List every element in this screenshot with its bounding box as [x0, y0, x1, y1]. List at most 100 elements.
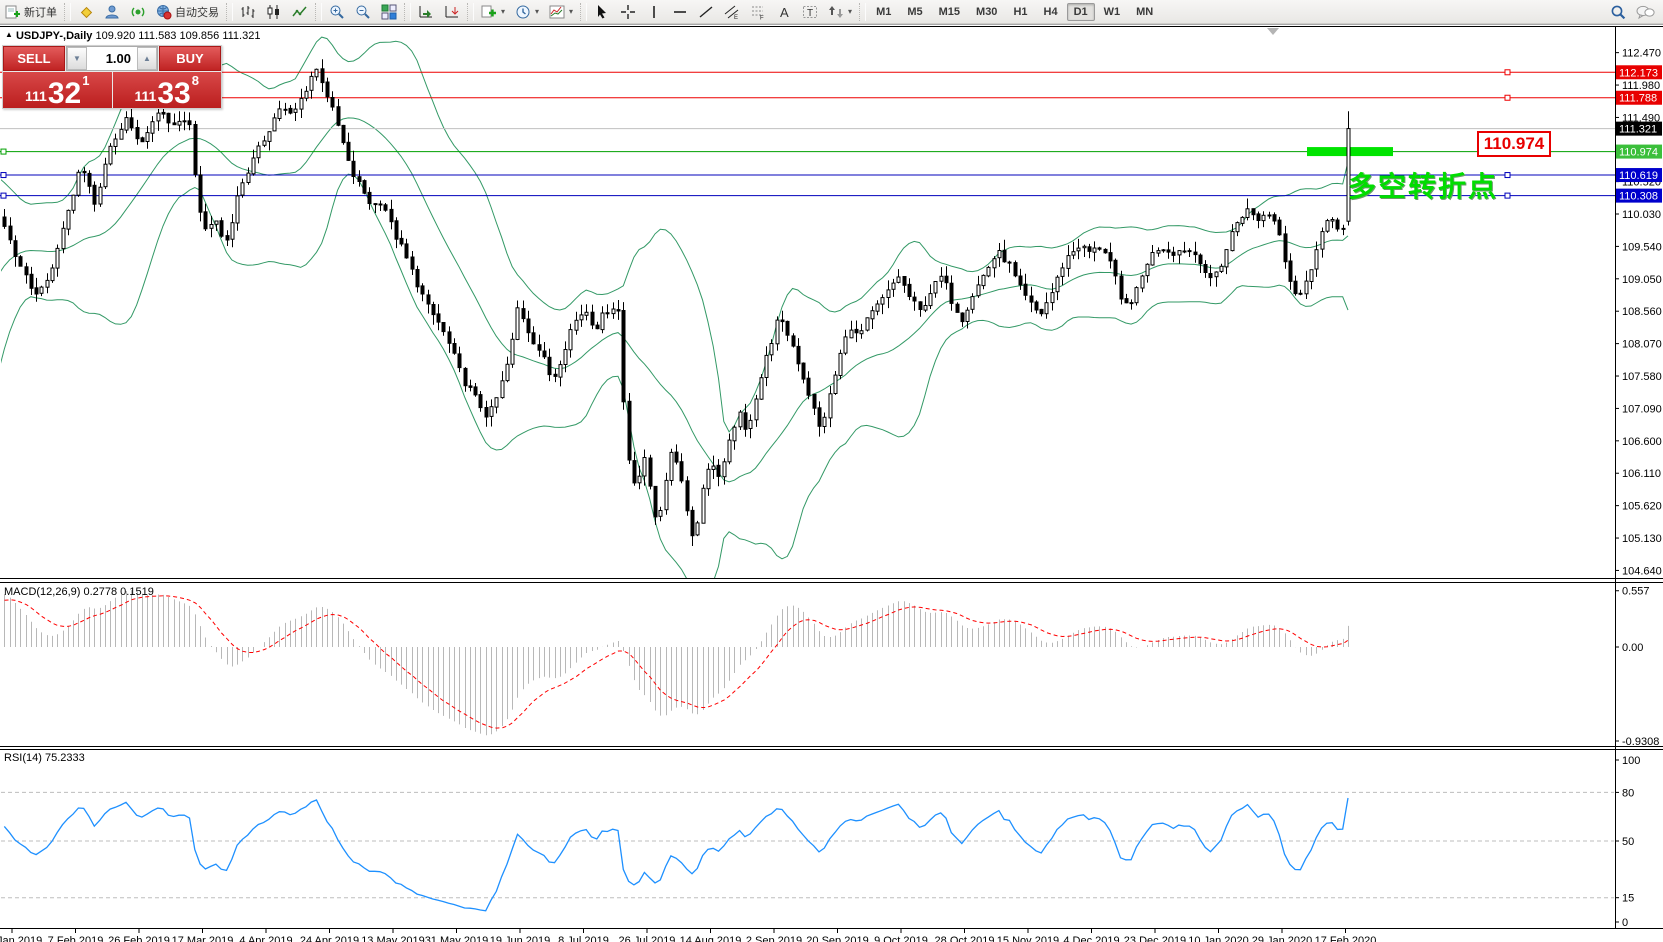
chinese-annotation[interactable]: 多空转折点 [1348, 165, 1598, 205]
fibonacci-button[interactable]: F [746, 1, 770, 23]
timeframe-m5[interactable]: M5 [900, 3, 929, 21]
tile-windows-button[interactable] [377, 1, 401, 23]
volume-up-button[interactable]: ▲ [137, 47, 157, 70]
line-chart-button[interactable] [288, 1, 312, 23]
timeframe-m15[interactable]: M15 [932, 3, 967, 21]
chevron-down-icon[interactable]: ▾ [848, 7, 852, 16]
zoom-in-button[interactable] [325, 1, 349, 23]
buy-price-figure: 111 [135, 89, 157, 103]
toolbar-separator [315, 3, 322, 21]
chart-canvas[interactable]: 112.470111.980111.490110.520110.030109.5… [0, 23, 1663, 942]
timeframe-d1[interactable]: D1 [1067, 3, 1095, 21]
search-button[interactable] [1606, 1, 1630, 23]
date-label: 26 Feb 2019 [108, 935, 170, 942]
channel-button[interactable]: E [720, 1, 744, 23]
line-handle[interactable] [1, 193, 6, 198]
market-watch-button[interactable] [74, 1, 98, 23]
horizontal-line-button[interactable] [668, 1, 692, 23]
date-label: 17 Feb 2020 [1315, 935, 1377, 942]
date-label: 19 Jun 2019 [490, 935, 551, 942]
crosshair-button[interactable] [616, 1, 640, 23]
volume-down-button[interactable]: ▼ [67, 47, 87, 70]
text-a-icon: A [776, 4, 792, 20]
rsi-indicator-label: RSI(14) 75.2333 [4, 752, 85, 764]
date-label: 2 Sep 2019 [746, 935, 802, 942]
arrows-button[interactable]: ▾ [824, 1, 856, 23]
line-handle[interactable] [1505, 70, 1510, 75]
one-click-trading-panel: SELL ▼ 1.00 ▲ BUY 111 32 1 111 33 8 [2, 45, 222, 109]
indicators-button[interactable]: ▾ [477, 1, 509, 23]
chevron-down-icon[interactable]: ▾ [535, 7, 539, 16]
price-callout-box[interactable]: 110.974 [1477, 131, 1551, 157]
line-handle[interactable] [1, 173, 6, 178]
axis-label: 112.470 [1622, 48, 1661, 60]
data-window-button[interactable] [100, 1, 124, 23]
toolbar-separator [580, 3, 587, 21]
chat-button[interactable] [1632, 1, 1656, 23]
candlestick-chart-button[interactable] [262, 1, 286, 23]
horizontal-line-icon [672, 4, 688, 20]
candlestick-chart-icon [266, 4, 282, 20]
date-label: 14 Aug 2019 [680, 935, 742, 942]
new-order-button[interactable]: 新订单 [1, 1, 61, 23]
timeframe-h4[interactable]: H4 [1037, 3, 1065, 21]
timeframe-m1[interactable]: M1 [869, 3, 898, 21]
signals-button[interactable] [126, 1, 150, 23]
text-button[interactable]: A [772, 1, 796, 23]
timeframe-h1[interactable]: H1 [1006, 3, 1034, 21]
chat-icon [1636, 4, 1652, 20]
cursor-button[interactable] [590, 1, 614, 23]
collapse-arrow-icon[interactable]: ▲ [5, 30, 13, 39]
buy-price[interactable]: 111 33 8 [113, 72, 222, 108]
timeframe-mn[interactable]: MN [1129, 3, 1160, 21]
toolbar-separator [64, 3, 71, 21]
axis-label: -0.9308 [1622, 736, 1659, 748]
auto-scroll-icon [418, 4, 434, 20]
axis-label: 15 [1622, 893, 1634, 905]
axis-label: 105.620 [1622, 501, 1662, 513]
axis-label: 104.640 [1622, 565, 1662, 577]
price-axis[interactable]: 112.470111.980111.490110.520110.030109.5… [1615, 48, 1662, 929]
date-label: 23 Dec 2019 [1124, 935, 1186, 942]
axis-label: 108.560 [1622, 306, 1662, 318]
axis-label: 111.980 [1622, 80, 1660, 92]
sell-price[interactable]: 111 32 1 [3, 72, 112, 108]
buy-price-pip: 8 [192, 74, 199, 87]
date-axis[interactable]: 20 Jan 20197 Feb 201926 Feb 201917 Mar 2… [0, 929, 1376, 942]
periods-button[interactable]: ▾ [511, 1, 543, 23]
chevron-down-icon[interactable]: ▾ [501, 7, 505, 16]
buy-button[interactable]: BUY [159, 46, 221, 71]
axis-label: 105.130 [1622, 533, 1662, 545]
timeframe-m30[interactable]: M30 [969, 3, 1004, 21]
line-handle[interactable] [1, 149, 6, 154]
toolbar-separator [226, 3, 233, 21]
timeframe-w1[interactable]: W1 [1097, 3, 1128, 21]
new-order-icon [5, 4, 21, 20]
date-label: 9 Oct 2019 [874, 935, 928, 942]
date-label: 4 Dec 2019 [1063, 935, 1119, 942]
date-label: 17 Mar 2019 [172, 935, 234, 942]
price-marker-label: 111.321 [1619, 124, 1657, 136]
auto-trading-button[interactable]: 自动交易 [152, 1, 223, 23]
line-handle[interactable] [1505, 95, 1510, 100]
axis-label: 108.070 [1622, 339, 1662, 351]
bar-chart-button[interactable] [236, 1, 260, 23]
sell-button[interactable]: SELL [3, 46, 65, 71]
chevron-down-icon[interactable]: ▾ [569, 7, 573, 16]
price-marker-label: 110.974 [1619, 147, 1658, 159]
auto-scroll-button[interactable] [414, 1, 438, 23]
templates-button[interactable]: ▾ [545, 1, 577, 23]
chart-shift-button[interactable] [440, 1, 464, 23]
zoom-out-button[interactable] [351, 1, 375, 23]
date-label: 26 Jul 2019 [619, 935, 676, 942]
zoom-in-icon [329, 4, 345, 20]
rsi-panel [1, 792, 1615, 910]
volume-value[interactable]: 1.00 [87, 47, 137, 70]
mt4-window: 新订单 自动交易 ▾ ▾ ▾ EFAT ▾ M1M5M15M30H1H4D1W1MN 112.… [0, 0, 1663, 942]
date-label: 28 Oct 2019 [935, 935, 995, 942]
indicators-icon [481, 4, 497, 20]
buy-price-big: 33 [157, 81, 190, 107]
text-label-button[interactable]: T [798, 1, 822, 23]
vertical-line-button[interactable] [642, 1, 666, 23]
trendline-button[interactable] [694, 1, 718, 23]
